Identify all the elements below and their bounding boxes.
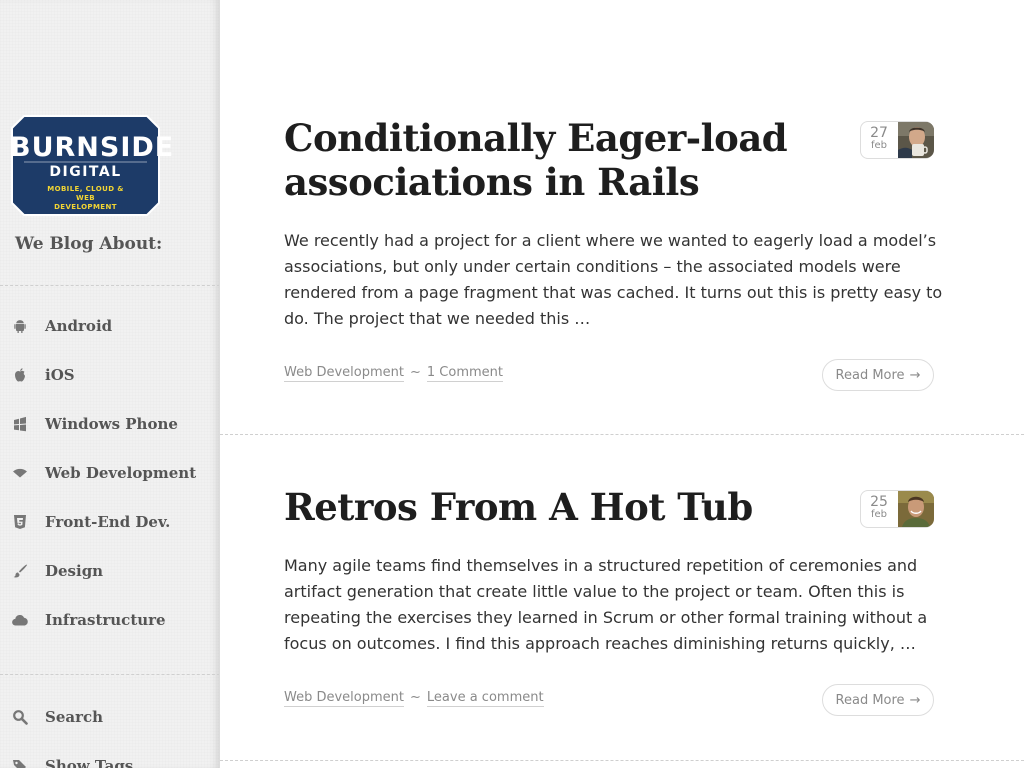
sidebar-item-android[interactable]: Android (0, 306, 219, 346)
sidebar-item-infrastructure[interactable]: Infrastructure (0, 600, 219, 640)
post-excerpt: Many agile teams find themselves in a st… (284, 556, 928, 653)
post-date-day: 25 (870, 494, 888, 510)
read-more-button[interactable]: Read More → (822, 684, 934, 716)
tags-icon (11, 757, 29, 768)
post-date-day: 27 (870, 125, 888, 141)
author-avatar[interactable] (898, 122, 934, 158)
arrow-right-icon: → (909, 367, 921, 383)
wifi-icon (11, 464, 29, 482)
post-date-month: feb (870, 140, 888, 151)
post-excerpt: We recently had a project for a client w… (284, 231, 943, 328)
post-title[interactable]: Retros From A Hot Tub (284, 485, 804, 529)
meta-separator: ~ (410, 365, 421, 380)
sidebar-item-label: Infrastructure (45, 611, 166, 629)
windows-icon (11, 415, 29, 433)
sidebar-divider (0, 285, 219, 286)
sidebar-item-web-development[interactable]: Web Development (0, 453, 219, 493)
sidebar-item-search[interactable]: Search (0, 697, 219, 737)
sidebar-divider (0, 674, 219, 675)
cloud-icon (11, 611, 29, 629)
post-date-month: feb (870, 509, 888, 520)
sidebar-item-label: iOS (45, 366, 75, 384)
post-comments-link[interactable]: 1 Comment (426, 365, 504, 382)
sidebar-item-label: Web Development (45, 464, 197, 482)
post-divider (220, 760, 1024, 761)
android-icon (11, 317, 29, 335)
blog-about-heading: We Blog About: (15, 234, 163, 254)
sidebar-item-windows-phone[interactable]: Windows Phone (0, 404, 219, 444)
brush-icon (11, 562, 29, 580)
post-meta: Web Development ~1 Comment (284, 365, 504, 382)
post-category-link[interactable]: Web Development (284, 365, 404, 382)
post-title[interactable]: Conditionally Eager-load associations in… (284, 116, 804, 204)
site-logo[interactable]: BURNSIDE DIGITAL MOBILE, CLOUD & WEB DEV… (10, 114, 175, 217)
html5-icon (11, 513, 29, 531)
sidebar-item-label: Android (45, 317, 113, 335)
apple-icon (11, 366, 29, 384)
post-meta: Web Development ~ Leave a comment (284, 690, 544, 707)
author-avatar[interactable] (898, 491, 934, 527)
sidebar-item-ios[interactable]: iOS (0, 355, 219, 395)
read-more-label: Read More (835, 692, 905, 708)
sidebar: BURNSIDE DIGITAL MOBILE, CLOUD & WEB DEV… (0, 0, 220, 768)
search-icon (11, 708, 29, 726)
sidebar-item-front-end-dev[interactable]: Front-End Dev. (0, 502, 219, 542)
post-date-badge: 27 feb (860, 121, 934, 159)
sidebar-item-label: Windows Phone (45, 415, 178, 433)
post-comments-link[interactable]: Leave a comment (426, 690, 544, 707)
meta-separator: ~ (410, 690, 421, 705)
logo-name-line1: BURNSIDE (10, 132, 175, 163)
read-more-label: Read More (835, 367, 905, 383)
sidebar-item-design[interactable]: Design (0, 551, 219, 591)
sidebar-item-label: Design (45, 562, 104, 580)
post-category-link[interactable]: Web Development (284, 690, 404, 707)
sidebar-item-label: Front-End Dev. (45, 513, 171, 531)
arrow-right-icon: → (909, 692, 921, 708)
sidebar-item-show-tags[interactable]: Show Tags (0, 746, 219, 768)
logo-tagline: MOBILE, CLOUD & WEB DEVELOPMENT (47, 185, 124, 211)
read-more-button[interactable]: Read More → (822, 359, 934, 391)
sidebar-item-label: Search (45, 708, 104, 726)
sidebar-item-label: Show Tags (45, 757, 134, 768)
logo-name-line2: DIGITAL (49, 164, 122, 180)
post-card: Retros From A Hot Tub 25 feb Many agile … (220, 435, 1024, 760)
post-card: Conditionally Eager-load associations in… (220, 0, 1024, 434)
post-date-badge: 25 feb (860, 490, 934, 528)
